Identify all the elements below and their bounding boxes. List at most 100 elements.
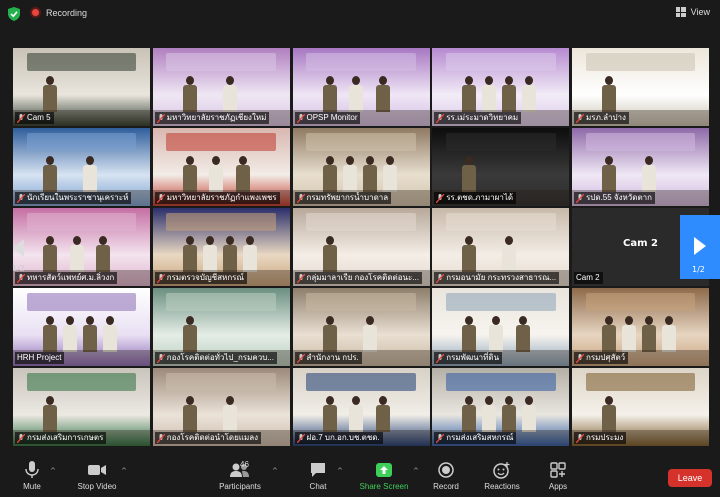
- video-tile[interactable]: กรมส่งเสริมการเกษตร: [13, 368, 150, 446]
- video-tile[interactable]: HRH Project: [13, 288, 150, 366]
- participant-name: มหาวิทยาลัยราชภัฏเชียงใหม่: [166, 113, 267, 122]
- participant-figure: [462, 316, 477, 352]
- share-screen-icon: [376, 463, 392, 477]
- participant-name: Cam 2: [576, 273, 600, 282]
- participant-name-label: กรมปศุสัตว์: [574, 352, 629, 364]
- mute-button[interactable]: Mute: [18, 461, 46, 491]
- video-tile[interactable]: กรมประมง: [572, 368, 709, 446]
- reactions-button[interactable]: Reactions: [482, 461, 522, 491]
- next-page-button[interactable]: 1/2: [680, 215, 720, 279]
- backdrop-banner: [26, 52, 137, 72]
- participant-figure: [662, 316, 676, 352]
- stop-video-button[interactable]: Stop Video: [74, 461, 120, 491]
- muted-microphone-icon: [436, 433, 445, 443]
- participant-figure: [342, 156, 357, 192]
- caret-up-icon[interactable]: ^: [50, 467, 56, 475]
- video-tile[interactable]: กรมตรวจบัญชีสหกรณ์: [152, 208, 290, 286]
- video-tile[interactable]: กรมพัฒนาที่ดิน: [432, 288, 570, 366]
- record-dot-icon: [30, 7, 41, 18]
- share-screen-button[interactable]: Share Screen: [356, 461, 412, 491]
- participant-name: HRH Project: [17, 353, 62, 362]
- video-tile[interactable]: กองโรคติดต่อนำโดยแมลง: [152, 368, 290, 446]
- participant-name: กรมพัฒนาที่ดิน: [446, 353, 500, 362]
- video-tile[interactable]: นักเรียนในพระราชานุเคราะห์: [13, 128, 150, 206]
- participant-figure: [182, 236, 197, 272]
- video-tile[interactable]: OPSP Monitor: [292, 48, 430, 126]
- participant-name: นักเรียนในพระราชานุเคราะห์: [27, 193, 129, 202]
- participant-figure: [502, 76, 517, 112]
- participant-name: กรมอนามัย กระทรวงสาธารณ...: [446, 273, 557, 282]
- video-tile[interactable]: ฝอ.7 บก.อก.บช.ตชด.: [292, 368, 430, 446]
- participant-figure: [502, 396, 517, 432]
- participant-name: ฝอ.7 บก.อก.บช.ตชด.: [306, 433, 380, 442]
- participant-name-label: กรมประมง: [574, 432, 627, 444]
- backdrop-banner: [166, 132, 277, 152]
- record-button[interactable]: Record: [428, 461, 464, 491]
- video-tile[interactable]: กรมส่งเสริมสหกรณ์: [432, 368, 570, 446]
- participant-name-label: Cam 5: [15, 112, 54, 124]
- smiley-icon: [493, 462, 510, 479]
- muted-microphone-icon: [436, 193, 445, 203]
- participants-button[interactable]: 46 Participants: [216, 460, 264, 491]
- participant-figure: [43, 316, 57, 352]
- chevron-left-icon: [13, 239, 24, 257]
- backdrop-banner: [26, 292, 137, 312]
- backdrop-banner: [585, 372, 696, 392]
- muted-microphone-icon: [296, 193, 305, 203]
- caret-up-icon[interactable]: ^: [272, 467, 278, 475]
- record-icon: [438, 462, 454, 478]
- previous-page-button[interactable]: 1/2: [10, 230, 30, 280]
- participant-name-label: OPSP Monitor: [294, 112, 361, 124]
- participant-name: กรมตรวจบัญชีสหกรณ์: [166, 273, 244, 282]
- video-tile[interactable]: กลุ่มมาลาเรีย กองโรคติดต่อนะ...: [292, 208, 430, 286]
- view-label: View: [690, 7, 710, 17]
- participant-figure: [43, 236, 57, 272]
- recording-label: Recording: [46, 7, 88, 18]
- backdrop-banner: [585, 52, 696, 72]
- video-tile[interactable]: มหาวิทยาลัยราชภัฏเชียงใหม่: [152, 48, 290, 126]
- participant-name-label: รร.ตชด.ภามาผาได้: [434, 192, 517, 204]
- caret-up-icon[interactable]: ^: [337, 467, 343, 475]
- video-tile[interactable]: กรมปศุสัตว์: [572, 288, 709, 366]
- video-tile[interactable]: Cam 5: [13, 48, 150, 126]
- video-tile[interactable]: มรภ.ลำปาง: [572, 48, 709, 126]
- participant-figure: [462, 76, 477, 112]
- backdrop-banner: [166, 292, 277, 312]
- participant-name: กรมส่งเสริมการเกษตร: [27, 433, 104, 442]
- participant-figure: [322, 316, 337, 352]
- participant-name-label: กองโรคติดต่อนำโดยแมลง: [154, 432, 262, 444]
- participants-label: Participants: [219, 482, 261, 491]
- video-tile[interactable]: กรมทรัพยากรน้ำบาดาล: [292, 128, 430, 206]
- video-tile[interactable]: รร.ตชด.ภามาผาได้: [432, 128, 570, 206]
- muted-microphone-icon: [576, 193, 584, 203]
- leave-button[interactable]: Leave: [668, 469, 712, 487]
- chat-button[interactable]: Chat: [304, 461, 332, 491]
- participant-figure: [182, 76, 197, 112]
- video-tile[interactable]: กองโรคติดต่อทั่วไป_กรมควบ...: [152, 288, 290, 366]
- video-tile[interactable]: รร.เม่ระมาดวิทยาคม: [432, 48, 570, 126]
- video-tile[interactable]: สำนักงาน กปร.: [292, 288, 430, 366]
- recording-indicator[interactable]: Recording: [30, 7, 87, 18]
- participant-figure: [182, 396, 197, 432]
- apps-icon: [550, 462, 566, 478]
- shield-check-icon[interactable]: [8, 7, 20, 21]
- video-tile[interactable]: มหาวิทยาลัยราชภัฏกำแพงเพชร: [152, 128, 290, 206]
- caret-up-icon[interactable]: ^: [413, 467, 419, 475]
- video-tile[interactable]: รปด.55 จังหวัดตาก: [572, 128, 709, 206]
- video-tile[interactable]: กรมอนามัย กระทรวงสาธารณ...: [432, 208, 570, 286]
- participant-figure: [642, 316, 656, 352]
- caret-up-icon[interactable]: ^: [121, 467, 127, 475]
- participant-name: Cam 5: [27, 113, 51, 122]
- muted-microphone-icon: [436, 113, 445, 123]
- muted-microphone-icon: [156, 433, 165, 443]
- view-button[interactable]: View: [675, 7, 710, 17]
- video-tile[interactable]: ทหารสัตว์แพทย์ศ.ม.ลิ่วงก: [13, 208, 150, 286]
- participant-figure: [222, 396, 237, 432]
- video-gallery: Cam 5 มหาวิทยาลัยราชภัฏเชียงใหม่ OPSP Moni…: [13, 48, 709, 446]
- apps-button[interactable]: Apps: [544, 461, 572, 491]
- backdrop-banner: [306, 52, 416, 72]
- backdrop-banner: [166, 212, 277, 232]
- participant-name: รร.เม่ระมาดวิทยาคม: [446, 113, 519, 122]
- chevron-right-icon: [694, 237, 706, 255]
- participant-name-label: ทหารสัตว์แพทย์ศ.ม.ลิ่วงก: [15, 272, 118, 284]
